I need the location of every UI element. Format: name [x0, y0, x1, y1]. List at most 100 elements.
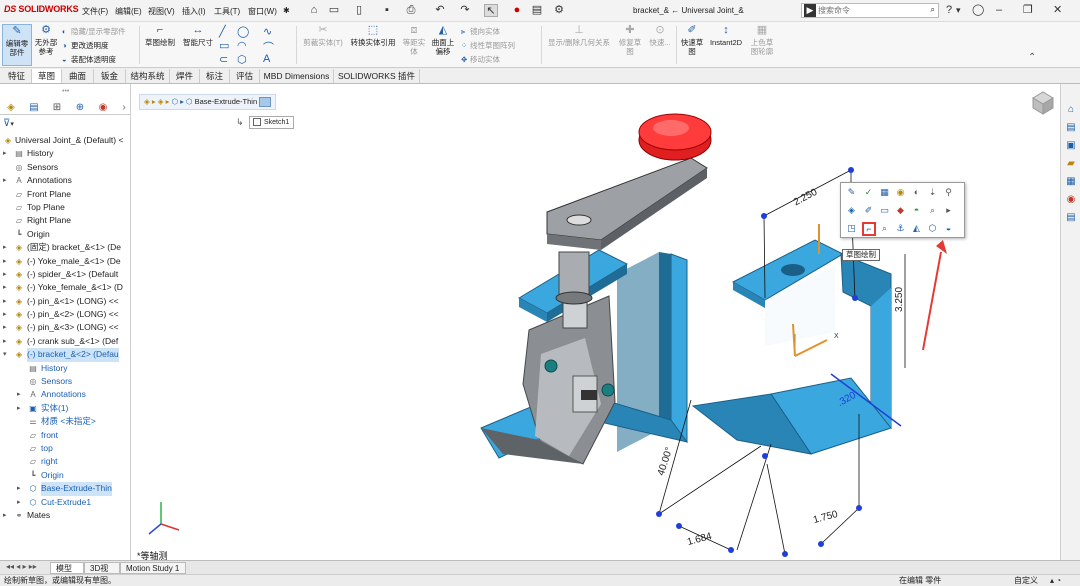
close-icon[interactable]: ✕ [1053, 4, 1062, 17]
resources-icon[interactable]: ▤ [1065, 122, 1077, 134]
color-icon[interactable]: ◆ [895, 205, 906, 216]
property-manager-tab-icon[interactable]: ▤ [27, 102, 41, 114]
offset-button[interactable]: ⧈ 等距实 体 [401, 24, 427, 56]
home-icon[interactable]: ⌂ [1065, 104, 1077, 116]
new-document-icon[interactable]: ▭ [327, 4, 341, 17]
convert-entities-button[interactable]: ⬚ 转换实体引用 [346, 24, 400, 47]
linear-pattern-button[interactable]: ⁘ 线性草图阵列 [461, 40, 515, 51]
tree-item[interactable]: ▸ ▣ 实体(1) [0, 402, 130, 415]
tree-item[interactable]: ▱ top [0, 442, 130, 455]
expand-icon[interactable]: ▸ [17, 496, 25, 509]
expand-icon[interactable]: ▸ [3, 268, 11, 281]
save-icon[interactable]: ▪ [380, 4, 394, 17]
quick-snaps-button[interactable]: ⊙ 快速... [646, 24, 674, 47]
tab-1[interactable]: 草图 [32, 69, 62, 83]
file-explorer-icon[interactable]: ▰ [1065, 158, 1077, 170]
tab-0[interactable]: 特征 [2, 69, 32, 83]
tree-item[interactable]: ◈ Universal Joint_& (Default) < [0, 134, 130, 147]
expand-icon[interactable]: ▸ [3, 147, 11, 160]
edit-part-icon[interactable]: ◈ [846, 205, 857, 216]
user-icon[interactable]: ◯ [972, 4, 984, 17]
redo-icon[interactable]: ↷ [458, 4, 472, 17]
print-icon[interactable]: ⎙ [404, 4, 418, 17]
instant2d-button[interactable]: ↕ Instant2D [707, 24, 745, 47]
panel-expand-icon[interactable]: › [117, 102, 130, 114]
mirror-button[interactable]: ⫸ 镜向实体 [461, 26, 500, 37]
appearances-icon[interactable]: ◉ [1065, 194, 1077, 206]
move-button[interactable]: ✥ 移动实体 [461, 54, 500, 65]
tree-item[interactable]: ▱ Right Plane [0, 214, 130, 227]
feature-manager-tab-icon[interactable]: ◈ [4, 102, 18, 114]
tab-9[interactable]: SOLIDWORKS 插件 [334, 69, 420, 83]
filter-icon[interactable]: ⊽▾ [3, 118, 14, 129]
selected-bracket[interactable] [691, 239, 902, 455]
tab-6[interactable]: 标注 [200, 69, 230, 83]
minimize-icon[interactable]: – [996, 4, 1002, 17]
appearance-icon[interactable]: ◉ [895, 187, 906, 198]
file-properties-icon[interactable]: ▤ [530, 4, 544, 17]
expand-icon[interactable]: ▸ [17, 482, 25, 495]
status-dropdown-icon[interactable]: ▴ ◔ [1050, 575, 1061, 586]
help-icon[interactable]: ? [946, 4, 952, 17]
tree-item[interactable]: ▱ Top Plane [0, 201, 130, 214]
tree-item[interactable]: ⚌ 材质 <未指定> [0, 415, 130, 428]
tree-item[interactable]: ▸ ⬡ Base-Extrude-Thin [0, 482, 130, 496]
edit-sketch-icon[interactable]: ✐ [863, 205, 874, 216]
expand-icon[interactable]: ▸ [17, 402, 25, 415]
tree-item[interactable]: ▸ ◈ (-) Yoke_male_&<1> (De [0, 255, 130, 268]
display-manager-tab-icon[interactable]: ◉ [96, 102, 110, 114]
rebuild-icon[interactable]: ● [510, 4, 524, 17]
menu-item[interactable]: 文件(F) [82, 6, 108, 17]
open-icon[interactable]: ▯ [352, 4, 366, 17]
trim-button[interactable]: ✂ 剪裁实体(T) [300, 24, 346, 47]
slot-icon[interactable]: ⊂ [219, 53, 228, 66]
menu-item[interactable]: 视图(V) [148, 6, 175, 17]
tree-item[interactable]: ▸ ◈ (-) crank sub_&<1> (Def [0, 335, 130, 348]
view-orientation-icon[interactable]: ◳ [846, 223, 857, 234]
undo-icon[interactable]: ↶ [433, 4, 447, 17]
custom-properties-icon[interactable]: ▤ [1065, 212, 1077, 224]
expand-icon[interactable]: ▸ [3, 321, 11, 334]
options-icon[interactable]: ⚙ [552, 4, 566, 17]
no-external-ref-button[interactable]: ⚙ 无外部 参考 [33, 24, 59, 56]
dim-3250[interactable]: 3.250 [894, 287, 905, 312]
expand-icon[interactable]: ▸ [17, 388, 25, 401]
tree-item[interactable]: ▸ ◈ (-) pin_&<2> (LONG) << [0, 308, 130, 321]
tree-item[interactable]: ▱ Front Plane [0, 188, 130, 201]
tree-item[interactable]: ◎ Sensors [0, 375, 130, 388]
expand-icon[interactable]: ▸ [3, 509, 11, 522]
rollback-icon[interactable]: ⇣ [927, 187, 938, 198]
hide-show-button[interactable]: ◐ 隐藏/显示零部件 [62, 26, 126, 37]
edit-part-button[interactable]: ✎ 编辑零 部件 [2, 24, 32, 66]
search-input[interactable] [818, 5, 922, 16]
text-icon[interactable]: A [263, 53, 270, 65]
menu-item[interactable]: 插入(I) [182, 6, 206, 17]
rectangle-icon[interactable]: ▭ [219, 39, 229, 52]
search-box[interactable]: ▶ ⌕ [801, 3, 939, 18]
tab-nav-icon[interactable]: ◂◂ ◂ ▸ ▸▸ [6, 562, 37, 571]
expand-icon[interactable]: ▸ [3, 255, 11, 268]
change-transparency-button[interactable]: ◑ 更改透明度 [62, 40, 109, 51]
rapid-sketch-button[interactable]: ✐ 快速草 图 [678, 24, 706, 56]
suppress-icon[interactable]: ✓ [863, 187, 874, 198]
home-icon[interactable]: ⌂ [307, 4, 321, 17]
spline-icon[interactable]: ∿ [263, 25, 272, 38]
tree-item[interactable]: ▸ ⚭ Mates [0, 509, 130, 522]
show-delete-relations-button[interactable]: ⊥ 显示/删除几何关系 [544, 24, 614, 47]
ribbon-collapse-icon[interactable]: ⌃ [1028, 52, 1036, 63]
arc-icon[interactable]: ◠ [237, 39, 247, 52]
zoom-icon[interactable]: ⌕ [879, 223, 890, 234]
parent-child-icon[interactable]: ⚲ [943, 187, 954, 198]
search-scope-icon[interactable]: ▶ [804, 4, 816, 17]
tree-item[interactable]: ◎ Sensors [0, 161, 130, 174]
tab-5[interactable]: 焊件 [170, 69, 200, 83]
zoom-to-selection-icon[interactable]: ⌕ [927, 205, 938, 216]
shaded-sketch-button[interactable]: ▦ 上色草 图轮廓 [747, 24, 777, 56]
dropdown-icon[interactable]: ▾ [956, 4, 961, 17]
tab-3[interactable]: 钣金 [94, 69, 126, 83]
units-status[interactable]: 自定义 [1014, 575, 1038, 586]
menu-item[interactable]: 编辑(E) [115, 6, 142, 17]
tab-2[interactable]: 曲面 [62, 69, 94, 83]
tree-item[interactable]: ▸ ◈ (-) pin_&<1> (LONG) << [0, 295, 130, 308]
view-cube[interactable] [1032, 91, 1054, 115]
